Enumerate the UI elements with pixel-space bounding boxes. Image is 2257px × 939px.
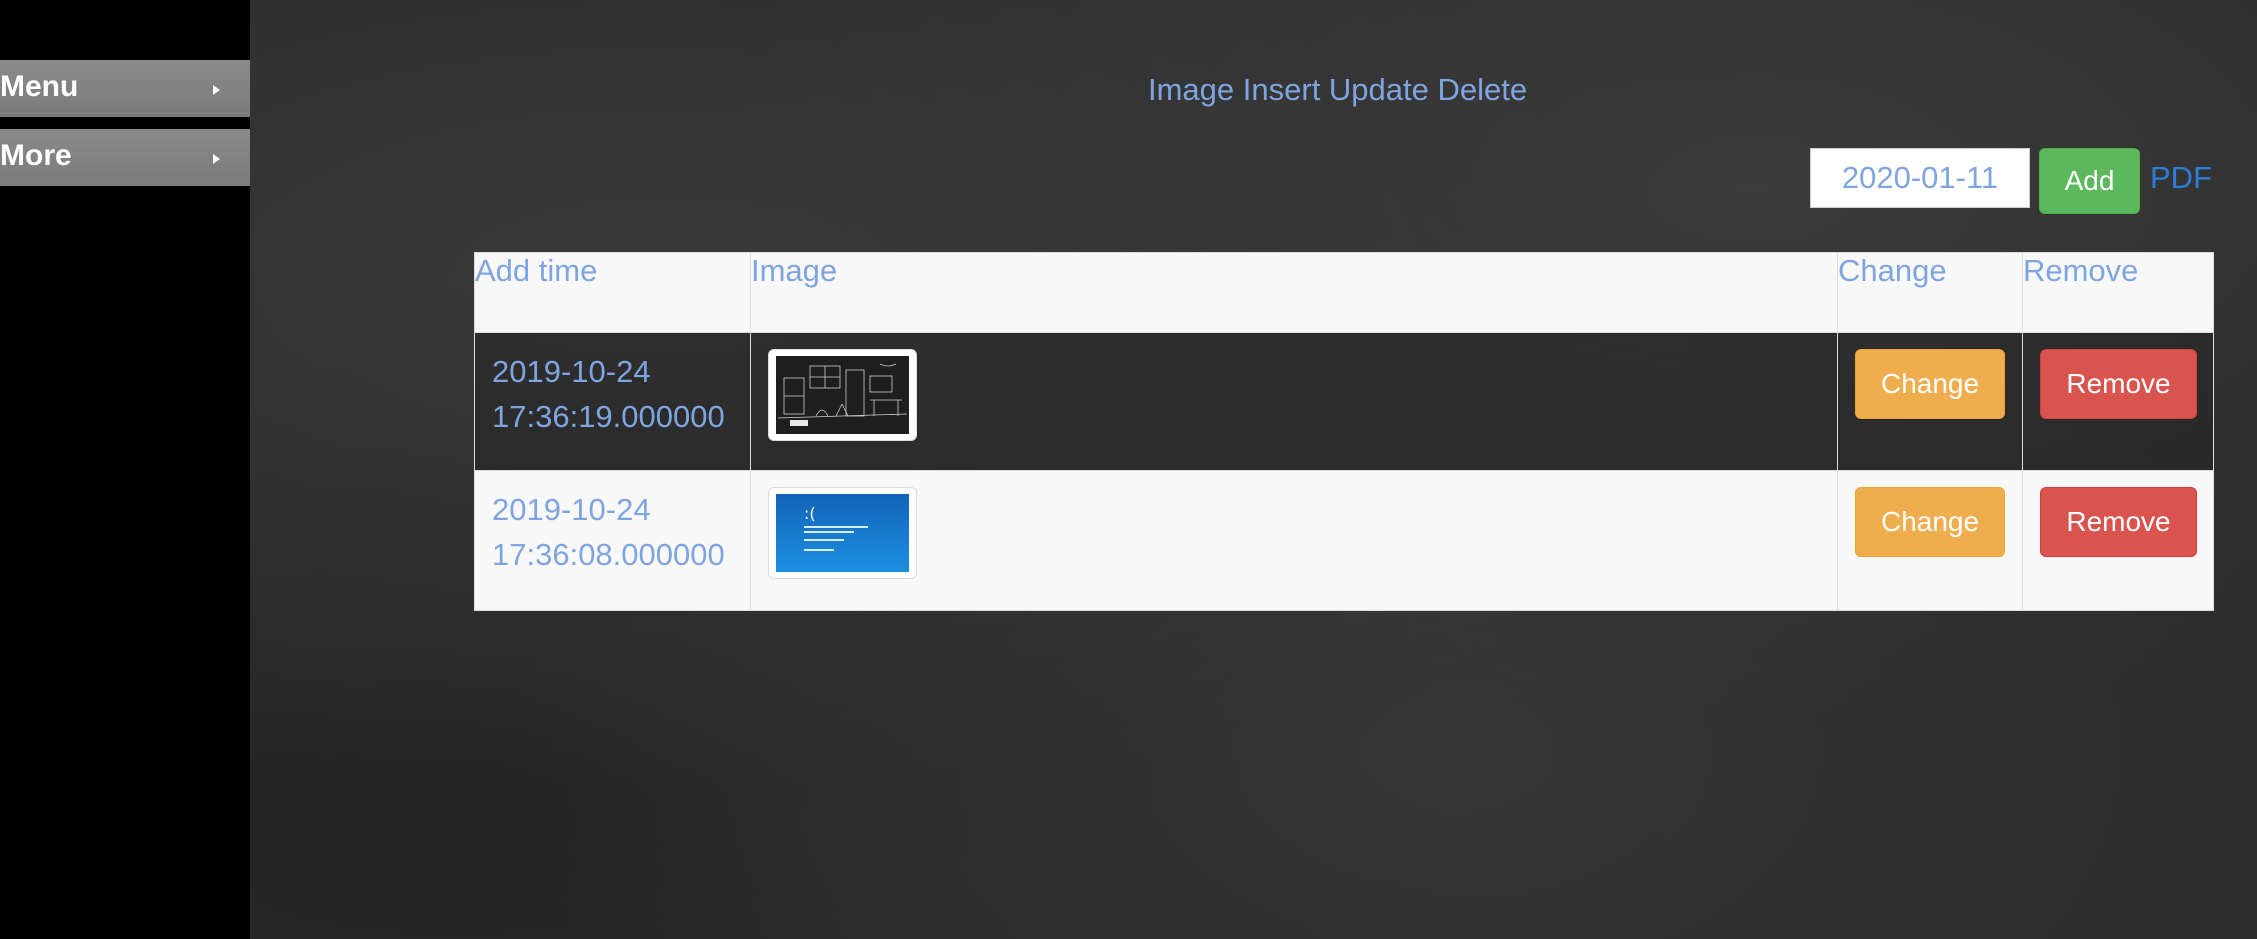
chevron-right-icon xyxy=(213,154,220,164)
change-cell: Change xyxy=(1837,470,2023,611)
table-row: 2019-10-24 17:36:19.000000 Change Remove xyxy=(474,332,2215,471)
add-time: 17:36:08.000000 xyxy=(492,537,725,572)
table-row: 2019-10-24 17:36:08.000000 :(Change Rem… xyxy=(474,470,2215,611)
column-header-image: Image xyxy=(749,252,1839,333)
add-button[interactable]: Add xyxy=(2039,148,2140,214)
sidebar-item-label: More xyxy=(0,139,72,172)
thumbnail-text: :( xyxy=(804,504,816,523)
add-time: 17:36:19.000000 xyxy=(492,399,725,434)
add-date: 2019-10-24 xyxy=(492,492,651,527)
column-header-remove: Remove xyxy=(2021,252,2215,333)
sidebar-item-label: Menu xyxy=(0,70,79,103)
add-time-cell: 2019-10-24 17:36:08.000000 xyxy=(474,470,751,611)
column-header-add-time: Add time xyxy=(474,252,751,333)
sidebar-item-more[interactable]: More xyxy=(0,129,250,186)
add-date: 2019-10-24 xyxy=(492,354,651,389)
remove-cell: Remove xyxy=(2021,332,2215,471)
change-cell: Change xyxy=(1837,332,2023,471)
blue-screen-thumbnail-icon: :( xyxy=(775,494,909,572)
sidebar: Menu More xyxy=(0,0,250,939)
page-title: Image Insert Update Delete xyxy=(1148,72,1528,107)
column-header-change: Change xyxy=(1837,252,2023,333)
table-header-row: Add time Image Change Remove xyxy=(474,252,2215,333)
images-table: Add time Image Change Remove 2019-10-24 … xyxy=(474,252,2215,611)
remove-cell: Remove xyxy=(2021,470,2215,611)
remove-button[interactable]: Remove xyxy=(2039,349,2197,419)
sidebar-item-menu[interactable]: Menu xyxy=(0,60,250,117)
image-thumbnail xyxy=(767,349,917,441)
chevron-right-icon xyxy=(213,85,220,95)
image-cell xyxy=(749,332,1839,471)
chalk-sketch-thumbnail-icon xyxy=(775,356,909,434)
change-button[interactable]: Change xyxy=(1855,487,2006,557)
remove-button[interactable]: Remove xyxy=(2039,487,2197,557)
date-input[interactable] xyxy=(1810,148,2030,208)
image-thumbnail: :( xyxy=(767,487,917,579)
image-cell: :( xyxy=(749,470,1839,611)
add-time-cell: 2019-10-24 17:36:19.000000 xyxy=(474,332,751,471)
pdf-link[interactable]: PDF xyxy=(2150,160,2212,196)
change-button[interactable]: Change xyxy=(1855,349,2006,419)
